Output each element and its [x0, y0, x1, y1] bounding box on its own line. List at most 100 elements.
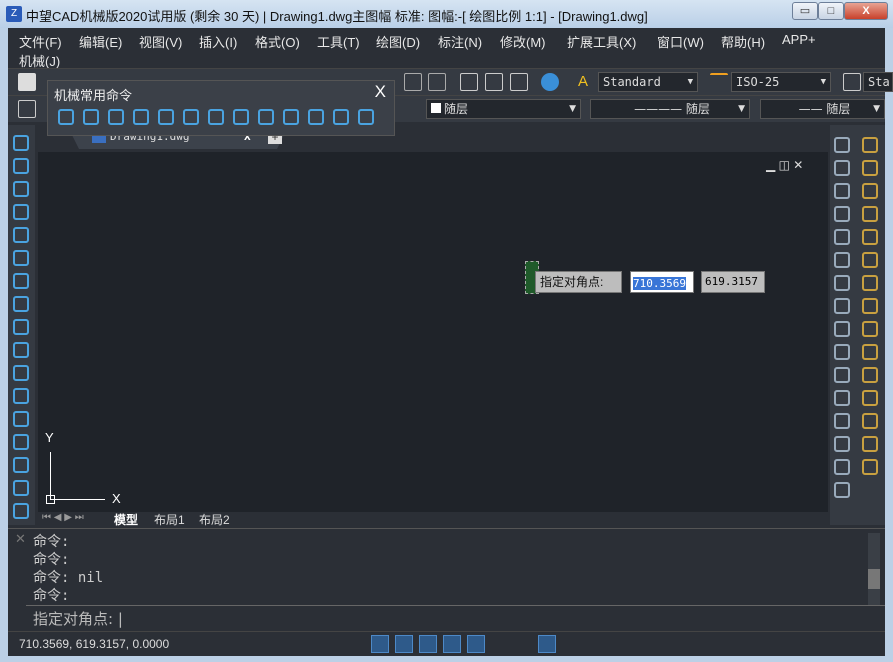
close-button[interactable]: X [844, 2, 888, 20]
mech-9-icon[interactable] [862, 321, 878, 337]
mechanical-commands-panel[interactable]: 机械常用命令 X [47, 80, 395, 136]
rotate-icon[interactable] [834, 275, 850, 291]
insert-block-icon[interactable] [13, 388, 29, 404]
copy-icon[interactable] [834, 160, 850, 176]
power-dimension-icon[interactable] [133, 109, 149, 125]
query-icon[interactable] [108, 109, 124, 125]
surface-finish-icon[interactable] [183, 109, 199, 125]
otrack-icon[interactable] [419, 635, 437, 653]
menu-window[interactable]: 窗口(W) [657, 32, 704, 51]
tab-layout1[interactable]: 布局1 [154, 511, 185, 528]
circle-icon[interactable] [13, 273, 29, 289]
color-select[interactable]: 随层 ▼ [426, 99, 581, 119]
construction-line-icon[interactable] [13, 158, 29, 174]
arc-icon[interactable] [13, 250, 29, 266]
lineweight-select[interactable]: —— 随层 ▼ [760, 99, 885, 119]
erase-icon[interactable] [834, 137, 850, 153]
offset-icon[interactable] [834, 206, 850, 222]
mech-13-icon[interactable] [862, 413, 878, 429]
join-icon[interactable] [834, 413, 850, 429]
move-icon[interactable] [834, 252, 850, 268]
panel-close-button[interactable]: X [375, 82, 386, 102]
menu-insert[interactable]: 插入(I) [199, 32, 237, 51]
menu-format[interactable]: 格式(O) [255, 32, 300, 51]
grid-icon[interactable] [324, 635, 342, 653]
part-library-icon[interactable] [58, 109, 74, 125]
calculator-icon[interactable] [460, 73, 478, 91]
stretch-icon[interactable] [834, 321, 850, 337]
text-icon[interactable] [258, 109, 274, 125]
section-mark-icon[interactable] [358, 109, 374, 125]
point-icon[interactable] [13, 434, 29, 450]
menu-help[interactable]: 帮助(H) [721, 32, 765, 51]
revision-cloud-icon[interactable] [13, 296, 29, 312]
rectangle-icon[interactable] [13, 227, 29, 243]
leader-icon[interactable] [233, 109, 249, 125]
menu-app[interactable]: APP+ [782, 32, 816, 47]
text-style-select[interactable]: Standard ▼ [598, 72, 698, 92]
menu-dimension[interactable]: 标注(N) [438, 32, 482, 51]
zoom-window-icon[interactable] [404, 73, 422, 91]
dynamic-input-icon[interactable] [467, 635, 485, 653]
new-file-icon[interactable] [18, 73, 36, 91]
linetype-select[interactable]: ———— 随层 ▼ [590, 99, 750, 119]
chamfer-mark-icon[interactable] [283, 109, 299, 125]
osnap-icon[interactable] [395, 635, 413, 653]
table-icon[interactable] [13, 503, 29, 519]
fillet-icon[interactable] [834, 459, 850, 475]
menu-view[interactable]: 视图(V) [139, 32, 182, 51]
scrollbar-thumb[interactable] [868, 569, 880, 589]
spline-icon[interactable] [13, 319, 29, 335]
mech-1-icon[interactable] [862, 137, 878, 153]
menu-file[interactable]: 文件(F) [19, 32, 62, 51]
make-block-icon[interactable] [13, 411, 29, 427]
mech-10-icon[interactable] [862, 344, 878, 360]
tab-model[interactable]: 模型 [114, 511, 138, 528]
mech-8-icon[interactable] [862, 298, 878, 314]
close-icon[interactable]: ✕ [15, 531, 26, 547]
line-icon[interactable] [13, 135, 29, 151]
polygon-icon[interactable] [13, 204, 29, 220]
dim-style-select[interactable]: ISO-25 ▼ [731, 72, 831, 92]
mech-15-icon[interactable] [862, 459, 878, 475]
menu-edit[interactable]: 编辑(E) [79, 32, 122, 51]
mirror-icon[interactable] [834, 183, 850, 199]
table-style-select[interactable]: Sta [863, 72, 893, 92]
dynamic-input-y[interactable]: 619.3157 [701, 271, 765, 293]
command-input[interactable]: 指定对角点: | [33, 608, 123, 629]
mech-5-icon[interactable] [862, 229, 878, 245]
polyline-icon[interactable] [13, 181, 29, 197]
weld-icon[interactable] [208, 109, 224, 125]
drawing-frame-icon[interactable] [83, 109, 99, 125]
polar-icon[interactable] [371, 635, 389, 653]
auto-number-icon[interactable] [333, 109, 349, 125]
layout-nav-icons[interactable]: ⏮ ◀ ▶ ⏭ [42, 512, 84, 523]
explode-icon[interactable] [834, 482, 850, 498]
mech-7-icon[interactable] [862, 275, 878, 291]
quick-properties-icon[interactable] [514, 635, 532, 653]
minimize-button[interactable]: ▭ [792, 2, 818, 20]
mech-4-icon[interactable] [862, 206, 878, 222]
trim-icon[interactable] [834, 344, 850, 360]
scale-icon[interactable] [834, 298, 850, 314]
mech-6-icon[interactable] [862, 252, 878, 268]
dynamic-ucs-icon[interactable] [443, 635, 461, 653]
ortho-icon[interactable] [348, 635, 366, 653]
menu-draw[interactable]: 绘图(D) [376, 32, 420, 51]
mech-12-icon[interactable] [862, 390, 878, 406]
ellipse-icon[interactable] [13, 342, 29, 358]
menu-modify[interactable]: 修改(M) [500, 32, 546, 51]
properties-icon[interactable] [510, 73, 528, 91]
help-icon[interactable] [541, 73, 559, 91]
drawing-canvas[interactable]: ▁ ◫ ✕ 指定对角点: 710.3569 619.3157 Y X [38, 152, 828, 512]
region-icon[interactable] [13, 480, 29, 496]
ellipse-arc-icon[interactable] [13, 365, 29, 381]
datum-icon[interactable] [158, 109, 174, 125]
maximize-button[interactable]: □ [818, 2, 844, 20]
mech-14-icon[interactable] [862, 436, 878, 452]
selection-cycling-icon[interactable] [538, 635, 556, 653]
snap-grid-icon[interactable] [300, 635, 318, 653]
menu-tools[interactable]: 工具(T) [317, 32, 360, 51]
layer-manager-icon[interactable] [18, 100, 36, 118]
menu-extend-tools[interactable]: 扩展工具(X) [567, 32, 636, 51]
